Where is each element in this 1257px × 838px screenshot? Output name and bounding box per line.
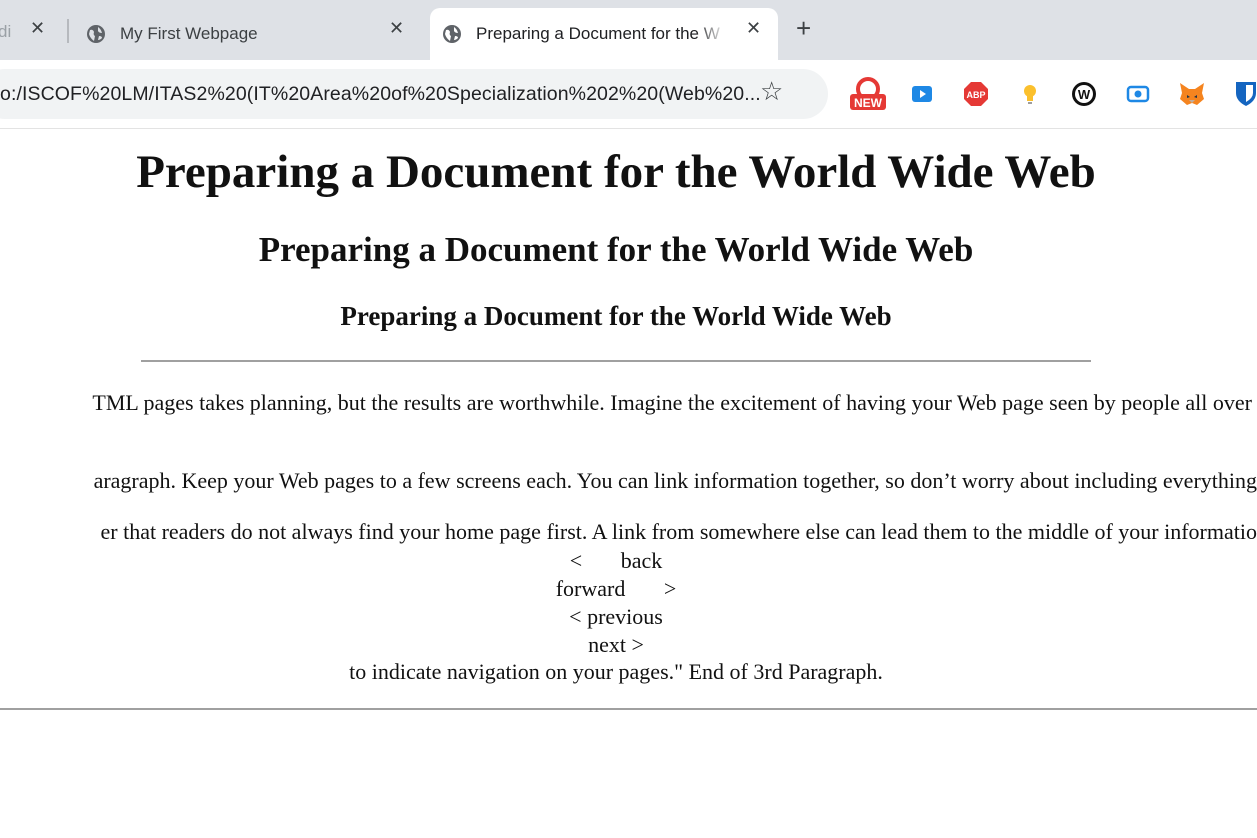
heading-h1: Preparing a Document for the World Wide … — [136, 146, 1096, 198]
horizontal-rule-bottom — [0, 708, 1257, 710]
new-tab-button[interactable]: + — [796, 15, 811, 41]
browser-toolbar: o:/ISCOF%20LM/ITAS2%20(IT%20Area%20of%20… — [0, 60, 1257, 129]
globe-icon — [87, 25, 105, 43]
bitwarden-shield-icon[interactable] — [1234, 81, 1257, 107]
star-icon[interactable]: ☆ — [760, 78, 783, 104]
tab-title: My First Webpage — [120, 24, 258, 43]
tab-strip: di ✕ My First Webpage ✕ Preparing a Docu… — [0, 0, 1257, 60]
paragraph-3-end: to indicate navigation on your pages." E… — [349, 659, 883, 684]
paragraph-2: aragraph. Keep your Web pages to a few s… — [93, 468, 1257, 493]
lightbulb-extension-icon[interactable] — [1018, 82, 1042, 106]
w-extension-icon[interactable]: W — [1071, 81, 1097, 107]
close-icon[interactable]: ✕ — [30, 19, 45, 37]
screen-record-extension-icon[interactable] — [1126, 82, 1150, 106]
nav-forward-text: forward > — [555, 576, 677, 601]
web-page-content: Preparing a Document for the World Wide … — [0, 130, 1257, 838]
nav-previous-text: < previous — [569, 604, 663, 629]
globe-icon — [443, 25, 461, 43]
paragraph-1: TML pages takes planning, but the result… — [92, 390, 1252, 415]
tab-separator — [67, 19, 69, 43]
paragraph-row-1: TML pages takes planning, but the result… — [0, 389, 1257, 419]
tab-title: Preparing a Document for the W — [476, 24, 720, 43]
tab-partial[interactable]: di ✕ — [0, 8, 66, 60]
tab-title: di — [0, 22, 12, 41]
tab-preparing-document[interactable]: Preparing a Document for the W ✕ — [430, 8, 778, 60]
address-bar[interactable]: o:/ISCOF%20LM/ITAS2%20(IT%20Area%20of%20… — [0, 69, 828, 119]
nav-next-text: next > — [588, 632, 644, 657]
new-badge-label: NEW — [854, 96, 883, 110]
close-icon[interactable]: ✕ — [389, 19, 404, 37]
tab-my-first-webpage[interactable]: My First Webpage ✕ — [86, 8, 416, 60]
close-icon[interactable]: ✕ — [746, 19, 761, 37]
heading-h2: Preparing a Document for the World Wide … — [258, 230, 974, 269]
url-text[interactable]: o:/ISCOF%20LM/ITAS2%20(IT%20Area%20of%20… — [0, 83, 761, 106]
new-badge-extension-icon[interactable]: NEW — [848, 76, 888, 112]
adblock-plus-icon[interactable]: ABP — [963, 81, 989, 107]
video-extension-icon[interactable] — [910, 82, 934, 106]
paragraph-row-2: aragraph. Keep your Web pages to a few s… — [0, 467, 1257, 497]
paragraph-3: er that readers do not always find your … — [100, 519, 1257, 544]
paragraph-row-3: er that readers do not always find your … — [0, 518, 1257, 548]
horizontal-rule — [141, 360, 1091, 362]
nav-back-text: < back — [569, 548, 663, 573]
w-ext-label: W — [1078, 87, 1091, 102]
metamask-fox-icon[interactable] — [1178, 81, 1206, 107]
abp-label: ABP — [966, 90, 985, 100]
heading-h3: Preparing a Document for the World Wide … — [340, 301, 892, 331]
